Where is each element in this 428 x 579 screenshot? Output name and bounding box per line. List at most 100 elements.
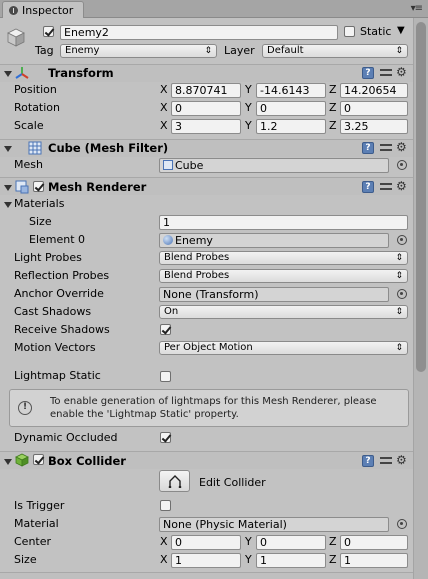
- static-checkbox[interactable]: [344, 26, 355, 37]
- static-label: Static: [360, 25, 392, 38]
- materials-size-field[interactable]: 1: [159, 215, 408, 230]
- gear-icon[interactable]: ⚙: [396, 454, 407, 466]
- chevron-updown-icon: ⇕: [395, 271, 403, 281]
- preset-icon[interactable]: [380, 455, 392, 467]
- mesh-renderer-enabled-checkbox[interactable]: [33, 181, 44, 192]
- materials-fold-icon[interactable]: [4, 202, 12, 208]
- tab-menu-icon[interactable]: ▾≡: [411, 3, 423, 14]
- tab-inspector[interactable]: Inspector: [2, 1, 84, 18]
- help-icon[interactable]: ?: [362, 142, 374, 154]
- edit-collider-icon: [168, 475, 182, 488]
- help-icon[interactable]: ?: [362, 455, 374, 467]
- lightmap-static-label: Lightmap Static: [14, 369, 101, 382]
- mesh-filter-icon: [28, 141, 42, 155]
- cast-shadows-dropdown[interactable]: On ⇕: [159, 305, 408, 319]
- gear-icon[interactable]: ⚙: [396, 141, 407, 153]
- inspector-icon: [9, 5, 18, 15]
- size-y-field[interactable]: 1: [256, 553, 326, 568]
- scrollbar-thumb[interactable]: [416, 22, 426, 372]
- is-trigger-checkbox[interactable]: [160, 500, 171, 511]
- gameobject-cube-icon: [7, 28, 25, 47]
- object-picker-icon[interactable]: [397, 289, 407, 299]
- cast-shadows-value: On: [164, 306, 179, 317]
- layer-dropdown[interactable]: Default ⇕: [262, 44, 408, 58]
- edit-collider-label: Edit Collider: [199, 476, 266, 489]
- mesh-renderer-fold-icon[interactable]: [4, 185, 12, 191]
- next-component-header[interactable]: [0, 572, 413, 579]
- scale-x-label: X: [160, 119, 168, 132]
- motion-vectors-value: Per Object Motion: [164, 342, 253, 353]
- object-name-field[interactable]: Enemy2: [60, 25, 338, 40]
- scale-y-field[interactable]: 1.2: [256, 119, 326, 134]
- box-collider-fold-icon[interactable]: [4, 459, 12, 465]
- scale-label: Scale: [14, 119, 44, 132]
- anchor-override-label: Anchor Override: [14, 287, 104, 300]
- rotation-y-field[interactable]: 0: [256, 101, 326, 116]
- preset-icon[interactable]: [380, 67, 392, 79]
- material-label: Material: [14, 517, 59, 530]
- scale-z-field[interactable]: 3.25: [340, 119, 408, 134]
- center-x-label: X: [160, 535, 168, 548]
- element-0-value: Enemy: [175, 234, 213, 247]
- receive-shadows-checkbox[interactable]: [160, 324, 171, 335]
- is-trigger-label: Is Trigger: [14, 499, 65, 512]
- position-y-field[interactable]: -14.6143: [256, 83, 326, 98]
- transform-fold-icon[interactable]: [4, 71, 12, 77]
- box-collider-enabled-checkbox[interactable]: [33, 454, 44, 465]
- active-checkbox[interactable]: [43, 26, 54, 37]
- object-picker-icon[interactable]: [397, 519, 407, 529]
- light-probes-label: Light Probes: [14, 251, 82, 264]
- light-probes-dropdown[interactable]: Blend Probes ⇕: [159, 251, 408, 265]
- position-z-field[interactable]: 14.20654: [340, 83, 408, 98]
- chevron-updown-icon: ⇕: [395, 253, 403, 263]
- preset-icon[interactable]: [380, 142, 392, 154]
- dynamic-occluded-checkbox[interactable]: [160, 432, 171, 443]
- reflection-probes-dropdown[interactable]: Blend Probes ⇕: [159, 269, 408, 283]
- reflection-probes-label: Reflection Probes: [14, 269, 110, 282]
- anchor-override-field[interactable]: None (Transform): [159, 287, 389, 302]
- materials-label: Materials: [14, 197, 65, 210]
- tab-bar: Inspector ▾≡: [0, 0, 428, 18]
- static-dropdown-icon[interactable]: ▼: [397, 24, 405, 38]
- tag-dropdown[interactable]: Enemy ⇕: [60, 44, 217, 58]
- center-z-label: Z: [329, 535, 337, 548]
- size-x-label: X: [160, 553, 168, 566]
- center-x-field[interactable]: 0: [171, 535, 241, 550]
- mesh-value: Cube: [175, 159, 204, 172]
- object-picker-icon[interactable]: [397, 160, 407, 170]
- light-probes-value: Blend Probes: [164, 252, 230, 263]
- scale-x-field[interactable]: 3: [171, 119, 241, 134]
- chevron-updown-icon: ⇕: [395, 46, 403, 56]
- mesh-filter-fold-icon[interactable]: [4, 146, 12, 152]
- mesh-field[interactable]: Cube: [159, 158, 389, 173]
- receive-shadows-label: Receive Shadows: [14, 323, 110, 336]
- element-0-label: Element 0: [29, 233, 86, 246]
- gear-icon[interactable]: ⚙: [396, 180, 407, 192]
- edit-collider-button[interactable]: [159, 470, 190, 492]
- size-y-label: Y: [245, 553, 252, 566]
- rotation-x-field[interactable]: 0: [171, 101, 241, 116]
- mesh-renderer-icon: [15, 180, 29, 194]
- size-x-field[interactable]: 1: [171, 553, 241, 568]
- material-icon: [163, 235, 173, 245]
- preset-icon[interactable]: [380, 181, 392, 193]
- lightmap-static-checkbox[interactable]: [160, 371, 171, 382]
- element-0-field[interactable]: Enemy: [159, 233, 389, 248]
- scrollbar[interactable]: [413, 18, 428, 579]
- box-collider-title: Box Collider: [48, 454, 126, 468]
- cast-shadows-label: Cast Shadows: [14, 305, 92, 318]
- collider-size-label: Size: [14, 553, 37, 566]
- position-x-field[interactable]: 8.870741: [171, 83, 241, 98]
- physic-material-field[interactable]: None (Physic Material): [159, 517, 389, 532]
- help-icon[interactable]: ?: [362, 181, 374, 193]
- center-y-field[interactable]: 0: [256, 535, 326, 550]
- rotation-z-field[interactable]: 0: [340, 101, 408, 116]
- size-label: Size: [29, 215, 52, 228]
- size-z-field[interactable]: 1: [340, 553, 408, 568]
- center-z-field[interactable]: 0: [340, 535, 408, 550]
- gear-icon[interactable]: ⚙: [396, 66, 407, 78]
- help-icon[interactable]: ?: [362, 67, 374, 79]
- object-picker-icon[interactable]: [397, 235, 407, 245]
- motion-vectors-dropdown[interactable]: Per Object Motion ⇕: [159, 341, 408, 355]
- rotation-label: Rotation: [14, 101, 61, 114]
